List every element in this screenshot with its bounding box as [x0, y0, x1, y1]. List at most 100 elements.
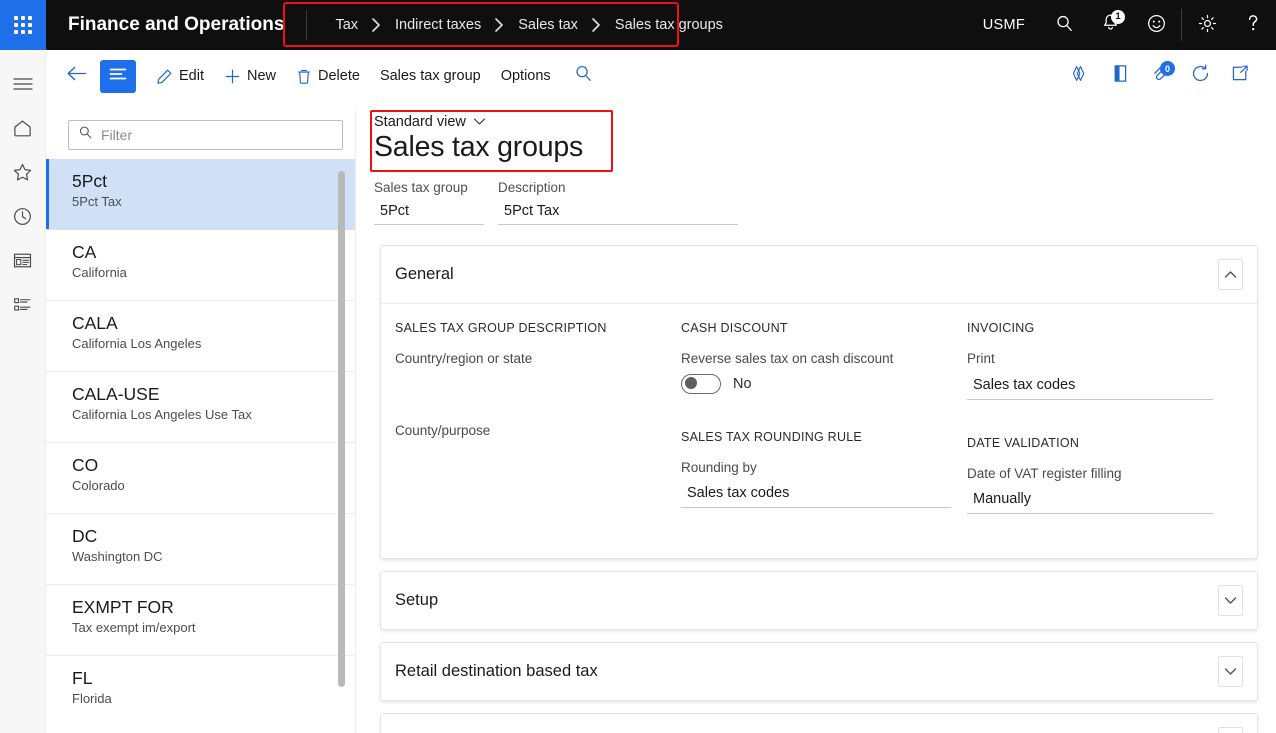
top-bar-actions: USMF 1: [967, 0, 1276, 50]
list-item[interactable]: 5Pct 5Pct Tax: [46, 159, 355, 230]
list-item[interactable]: FL Florida: [46, 656, 355, 712]
field-label: Rounding by: [681, 459, 757, 475]
list-item[interactable]: DC Washington DC: [46, 514, 355, 585]
header-field-description: Description 5Pct Tax: [498, 180, 738, 225]
section-call-center-defaults: Call center defaults: [380, 713, 1258, 733]
country-region-or-state-input[interactable]: [395, 374, 665, 400]
notifications-button[interactable]: 1: [1087, 0, 1133, 50]
date-of-vat-register-filling-input[interactable]: Manually: [967, 488, 1213, 515]
section-retail-destination-based-tax-header[interactable]: Retail destination based tax: [381, 643, 1257, 700]
edit-button[interactable]: Edit: [146, 59, 214, 93]
filter-box[interactable]: [68, 120, 343, 150]
list-item-code: EXMPT FOR: [72, 597, 174, 617]
list-item-description: Tax exempt im/export: [72, 620, 196, 636]
divider: [1181, 9, 1182, 41]
section-general-collapse-button[interactable]: [1218, 259, 1243, 290]
star-icon: [12, 162, 33, 182]
company-selector[interactable]: USMF: [967, 0, 1041, 50]
sales-tax-group-input[interactable]: 5Pct: [374, 201, 484, 225]
header-field-sales-tax-group: Sales tax group 5Pct: [374, 180, 484, 225]
breadcrumb-item-sales-tax[interactable]: Sales tax: [514, 17, 582, 33]
section-setup-expand-button[interactable]: [1218, 585, 1243, 617]
feedback-button[interactable]: [1133, 0, 1179, 50]
field-print: Print Sales tax codes: [967, 350, 1213, 400]
toggle-row: No: [681, 373, 951, 394]
sidebar-item-workspaces[interactable]: [0, 238, 46, 282]
list-item[interactable]: CO Colorado: [46, 443, 355, 514]
search-icon: [78, 125, 93, 145]
chevron-right-icon: [371, 17, 382, 33]
share-button[interactable]: [1062, 58, 1098, 94]
waffle-grid-icon: [14, 16, 32, 34]
field-label: Description: [498, 180, 566, 195]
section-call-center-defaults-expand-button[interactable]: [1218, 727, 1243, 733]
section-retail-destination-based-tax: Retail destination based tax: [380, 642, 1258, 702]
breadcrumb-item-sales-tax-groups[interactable]: Sales tax groups: [611, 17, 727, 33]
section-general-header[interactable]: General: [381, 246, 1257, 303]
open-new-window-button[interactable]: [1222, 58, 1258, 94]
back-button[interactable]: [60, 59, 94, 93]
description-input[interactable]: 5Pct Tax: [498, 201, 738, 225]
list-item[interactable]: CA California: [46, 230, 355, 301]
sales-tax-group-menu-button[interactable]: Sales tax group: [370, 59, 491, 93]
list-item-code: CA: [72, 242, 97, 262]
refresh-icon: [1190, 63, 1211, 89]
new-button[interactable]: New: [214, 59, 286, 93]
list-item-description: Washington DC: [72, 549, 163, 565]
chevron-down-icon: [1224, 663, 1237, 681]
print-input[interactable]: Sales tax codes: [967, 374, 1213, 400]
list-item-code: CALA-USE: [72, 384, 160, 404]
global-search-button[interactable]: [1041, 0, 1087, 50]
open-in-office-button[interactable]: [1102, 58, 1138, 94]
sidebar-item-modules[interactable]: [0, 282, 46, 326]
view-selector[interactable]: Standard view: [356, 102, 486, 130]
list-lines-icon: [109, 67, 127, 86]
hamburger-menu-button[interactable]: [0, 62, 46, 106]
refresh-button[interactable]: [1182, 58, 1218, 94]
question-mark-icon: [1243, 12, 1263, 38]
field-rounding-by: Rounding by Sales tax codes: [681, 459, 951, 509]
list-item[interactable]: CALA-USE California Los Angeles Use Tax: [46, 372, 355, 443]
list-item-description: California Los Angeles: [72, 336, 202, 352]
delete-button[interactable]: Delete: [286, 59, 370, 93]
sidebar-item-recent[interactable]: [0, 194, 46, 238]
county-purpose-input[interactable]: [395, 445, 665, 471]
reverse-sales-tax-toggle[interactable]: [681, 373, 721, 394]
settings-button[interactable]: [1184, 0, 1230, 50]
clock-icon: [12, 206, 33, 227]
options-menu-button[interactable]: Options: [491, 59, 561, 93]
left-navigation-rail: [0, 50, 46, 733]
field-label: Date of VAT register filling: [967, 465, 1122, 481]
sidebar-item-home[interactable]: [0, 106, 46, 150]
section-setup-header[interactable]: Setup: [381, 572, 1257, 629]
section-retail-destination-based-tax-expand-button[interactable]: [1218, 656, 1243, 688]
list-item-description: Colorado: [72, 478, 125, 494]
rounding-by-input[interactable]: Sales tax codes: [681, 482, 951, 509]
section-call-center-defaults-header[interactable]: Call center defaults: [381, 714, 1257, 733]
home-icon: [12, 118, 33, 138]
toggle-list-panel-button[interactable]: [100, 59, 136, 93]
filter-input[interactable]: [101, 127, 333, 143]
app-launcher-button[interactable]: [0, 0, 46, 50]
list-item-code: CALA: [72, 313, 118, 333]
toggle-knob: [685, 377, 697, 390]
attachments-count-badge: 0: [1160, 61, 1175, 76]
help-button[interactable]: [1230, 0, 1276, 50]
sidebar-item-favorites[interactable]: [0, 150, 46, 194]
hamburger-menu-icon: [12, 77, 33, 91]
general-column-description: SALES TAX GROUP DESCRIPTION Country/regi…: [395, 321, 681, 536]
back-arrow-icon: [66, 65, 88, 87]
list-item[interactable]: EXMPT FOR Tax exempt im/export: [46, 585, 355, 656]
list-scrollbar[interactable]: [338, 171, 345, 687]
workspace-icon: [12, 251, 33, 270]
toggle-state-label: No: [733, 375, 752, 392]
list-item-code: CO: [72, 455, 99, 475]
breadcrumb-item-indirect-taxes[interactable]: Indirect taxes: [391, 17, 485, 33]
list-item[interactable]: CALA California Los Angeles: [46, 301, 355, 372]
page-search-button[interactable]: [565, 59, 603, 93]
edit-button-label: Edit: [179, 68, 204, 84]
attachments-button[interactable]: 0: [1142, 58, 1178, 94]
chevron-down-icon: [473, 114, 486, 130]
breadcrumb-item-tax[interactable]: Tax: [331, 17, 362, 33]
breadcrumb: Tax Indirect taxes Sales tax Sales tax g…: [315, 2, 743, 48]
